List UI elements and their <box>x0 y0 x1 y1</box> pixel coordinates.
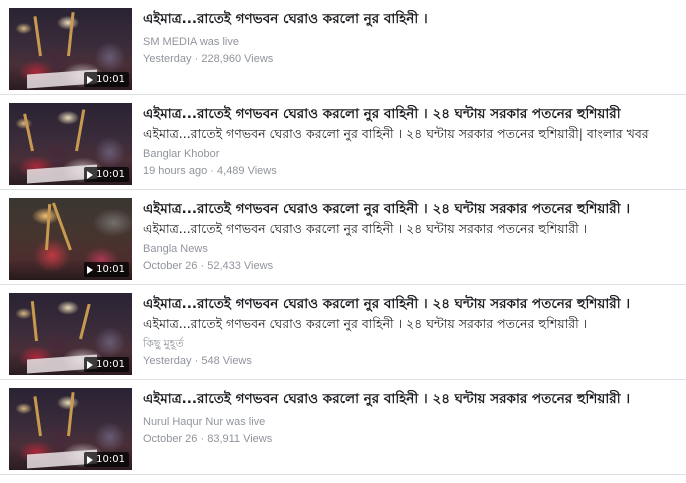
video-search-results: 10:01 এইমাত্র...রাতেই গণভবন ঘেরাও করলো ন… <box>0 0 686 483</box>
video-title[interactable]: এইমাত্র...রাতেই গণভবন ঘেরাও করলো নুর বাহ… <box>143 295 683 314</box>
video-meta: October 26 · 83,911 Views <box>143 432 683 447</box>
video-result-row[interactable]: 10:01 এইমাত্র...রাতেই গণভবন ঘেরাও করলো ন… <box>0 190 686 285</box>
video-date: Yesterday <box>143 53 192 65</box>
video-views: 228,960 Views <box>201 53 274 65</box>
meta-separator: · <box>200 433 205 445</box>
video-source[interactable]: কিছু মুহূর্ত <box>143 337 683 352</box>
play-icon <box>87 360 94 369</box>
video-thumbnail[interactable]: 10:01 <box>9 8 132 90</box>
duration-badge: 10:01 <box>84 72 129 87</box>
video-views: 83,911 Views <box>207 433 273 445</box>
video-date: 19 hours ago <box>143 165 208 177</box>
meta-separator: · <box>194 53 199 65</box>
meta-separator: · <box>200 260 205 272</box>
video-result-row[interactable]: 10:01 এইমাত্র...রাতেই গণভবন ঘেরাও করলো ন… <box>0 0 686 95</box>
video-description: এইমাত্র...রাতেই গণভবন ঘেরাও করলো নুর বাহ… <box>143 221 588 236</box>
meta-separator: · <box>210 165 214 177</box>
video-title[interactable]: এইমাত্র...রাতেই গণভবন ঘেরাও করলো নুর বাহ… <box>143 105 683 124</box>
meta-separator: · <box>194 355 199 367</box>
play-icon <box>87 455 94 464</box>
video-title[interactable]: এইমাত্র...রাতেই গণভবন ঘেরাও করলো নুর বাহ… <box>143 390 683 409</box>
duration-label: 10:01 <box>96 74 125 85</box>
video-meta: 19 hours ago · 4,489 Views <box>143 164 683 179</box>
video-info: এইমাত্র...রাতেই গণভবন ঘেরাও করলো নুর বাহ… <box>143 295 683 369</box>
play-icon <box>87 265 94 274</box>
video-views: 548 Views <box>201 355 252 367</box>
video-description: এইমাত্র...রাতেই গণভবন ঘেরাও করলো নুর বাহ… <box>143 316 588 331</box>
duration-badge: 10:01 <box>84 262 129 277</box>
video-source[interactable]: SM MEDIA was live <box>143 35 683 50</box>
video-info: এইমাত্র...রাতেই গণভবন ঘেরাও করলো নুর বাহ… <box>143 390 683 447</box>
video-views: 52,433 Views <box>207 260 274 272</box>
video-thumbnail[interactable]: 10:01 <box>9 198 132 280</box>
duration-label: 10:01 <box>96 169 125 180</box>
video-info: এইমাত্র...রাতেই গণভবন ঘেরাও করলো নুর বাহ… <box>143 105 683 179</box>
video-description: এইমাত্র...রাতেই গণভবন ঘেরাও করলো নুর বাহ… <box>143 126 649 141</box>
play-icon <box>87 170 94 179</box>
video-source[interactable]: Nurul Haqur Nur was live <box>143 415 683 430</box>
video-thumbnail[interactable]: 10:01 <box>9 103 132 185</box>
video-date: Yesterday <box>143 355 192 367</box>
video-meta: October 26 · 52,433 Views <box>143 259 683 274</box>
video-thumbnail[interactable]: 10:01 <box>9 293 132 375</box>
duration-badge: 10:01 <box>84 452 129 467</box>
video-source[interactable]: Bangla News <box>143 242 683 257</box>
video-result-row[interactable]: 10:01 এইমাত্র...রাতেই গণভবন ঘেরাও করলো ন… <box>0 95 686 190</box>
play-icon <box>87 75 94 84</box>
duration-badge: 10:01 <box>84 357 129 372</box>
video-title[interactable]: এইমাত্র...রাতেই গণভবন ঘেরাও করলো নুর বাহ… <box>143 200 683 219</box>
video-result-row[interactable]: 10:01 এইমাত্র...রাতেই গণভবন ঘেরাও করলো ন… <box>0 285 686 380</box>
video-title[interactable]: এইমাত্র...রাতেই গণভবন ঘেরাও করলো নুর বাহ… <box>143 10 683 29</box>
duration-label: 10:01 <box>96 264 125 275</box>
video-views: 4,489 Views <box>217 165 277 177</box>
video-source[interactable]: Banglar Khobor <box>143 147 683 162</box>
video-date: October 26 <box>143 433 198 445</box>
video-info: এইমাত্র...রাতেই গণভবন ঘেরাও করলো নুর বাহ… <box>143 200 683 274</box>
duration-label: 10:01 <box>96 359 125 370</box>
video-date: October 26 <box>143 260 198 272</box>
video-meta: Yesterday · 228,960 Views <box>143 52 683 67</box>
video-result-row[interactable]: 10:01 এইমাত্র...রাতেই গণভবন ঘেরাও করলো ন… <box>0 380 686 475</box>
video-thumbnail[interactable]: 10:01 <box>9 388 132 470</box>
duration-badge: 10:01 <box>84 167 129 182</box>
duration-label: 10:01 <box>96 454 125 465</box>
video-info: এইমাত্র...রাতেই গণভবন ঘেরাও করলো নুর বাহ… <box>143 10 683 67</box>
video-meta: Yesterday · 548 Views <box>143 354 683 369</box>
